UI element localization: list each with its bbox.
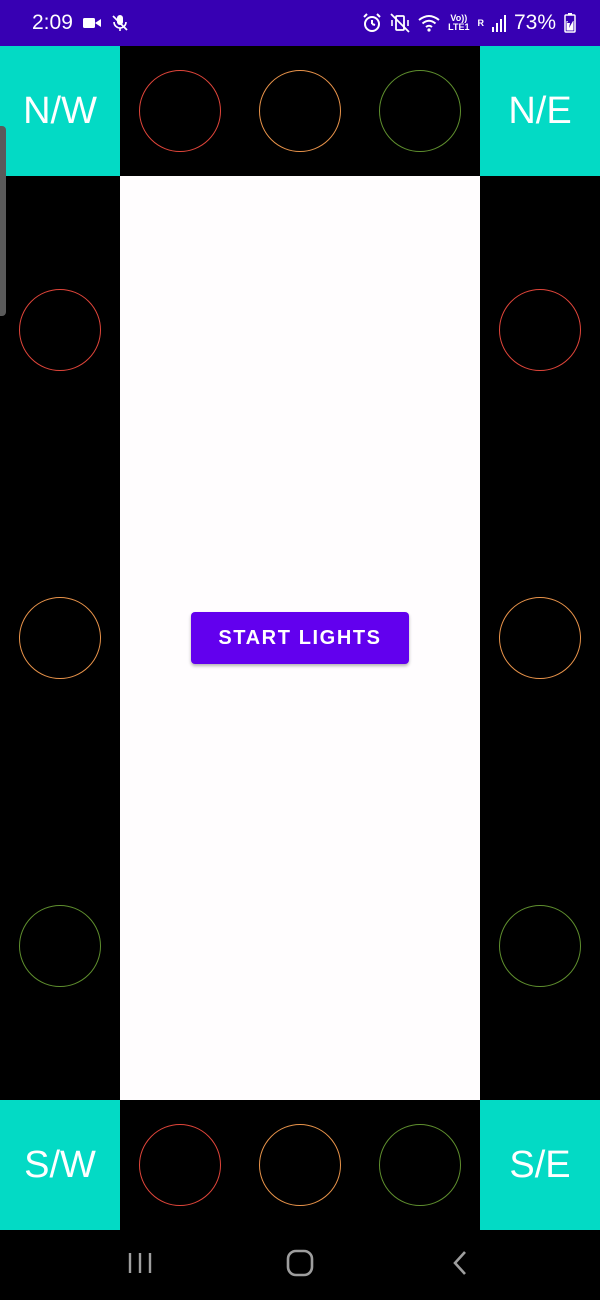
bottom-red-light <box>139 1124 221 1206</box>
app-screen: 2:09 Vo)) LTE1 R 73% N/W N/E S/W S/E STA… <box>0 0 600 1300</box>
volte-indicator: Vo)) LTE1 <box>448 14 469 32</box>
status-time: 2:09 <box>32 11 73 34</box>
corner-ne: N/E <box>480 46 600 176</box>
top-amber-light <box>259 70 341 152</box>
status-bar: 2:09 Vo)) LTE1 R 73% <box>0 0 600 46</box>
bottom-green-light <box>379 1124 461 1206</box>
center-panel: START LIGHTS <box>120 176 480 1100</box>
status-right: Vo)) LTE1 R 73% <box>362 11 576 35</box>
corner-nw: N/W <box>0 46 120 176</box>
left-red-light <box>19 289 101 371</box>
right-amber-light <box>499 597 581 679</box>
back-icon <box>451 1249 469 1282</box>
wifi-icon <box>418 14 440 32</box>
left-green-light <box>19 905 101 987</box>
recent-apps-icon <box>127 1251 153 1280</box>
status-left: 2:09 <box>32 11 129 35</box>
right-green-light <box>499 905 581 987</box>
alarm-icon <box>362 13 382 33</box>
volte-bottom-label: LTE1 <box>448 22 470 32</box>
back-button[interactable] <box>430 1235 490 1295</box>
edge-panel-handle[interactable] <box>0 126 6 316</box>
vibrate-icon <box>390 13 410 33</box>
bottom-amber-light <box>259 1124 341 1206</box>
battery-percent: 73% <box>513 11 556 34</box>
top-green-light <box>379 70 461 152</box>
right-red-light <box>499 289 581 371</box>
navigation-bar <box>0 1230 600 1300</box>
roaming-label: R <box>477 17 484 28</box>
top-red-light <box>139 70 221 152</box>
corner-se: S/E <box>480 1100 600 1230</box>
left-amber-light <box>19 597 101 679</box>
mute-mic-icon <box>111 14 129 32</box>
home-icon <box>286 1249 314 1282</box>
start-lights-button[interactable]: START LIGHTS <box>191 612 409 664</box>
corner-sw: S/W <box>0 1100 120 1230</box>
home-button[interactable] <box>270 1235 330 1295</box>
battery-icon <box>564 13 576 33</box>
video-camera-icon <box>82 16 101 30</box>
recent-apps-button[interactable] <box>110 1235 170 1295</box>
signal-icon <box>491 14 506 32</box>
